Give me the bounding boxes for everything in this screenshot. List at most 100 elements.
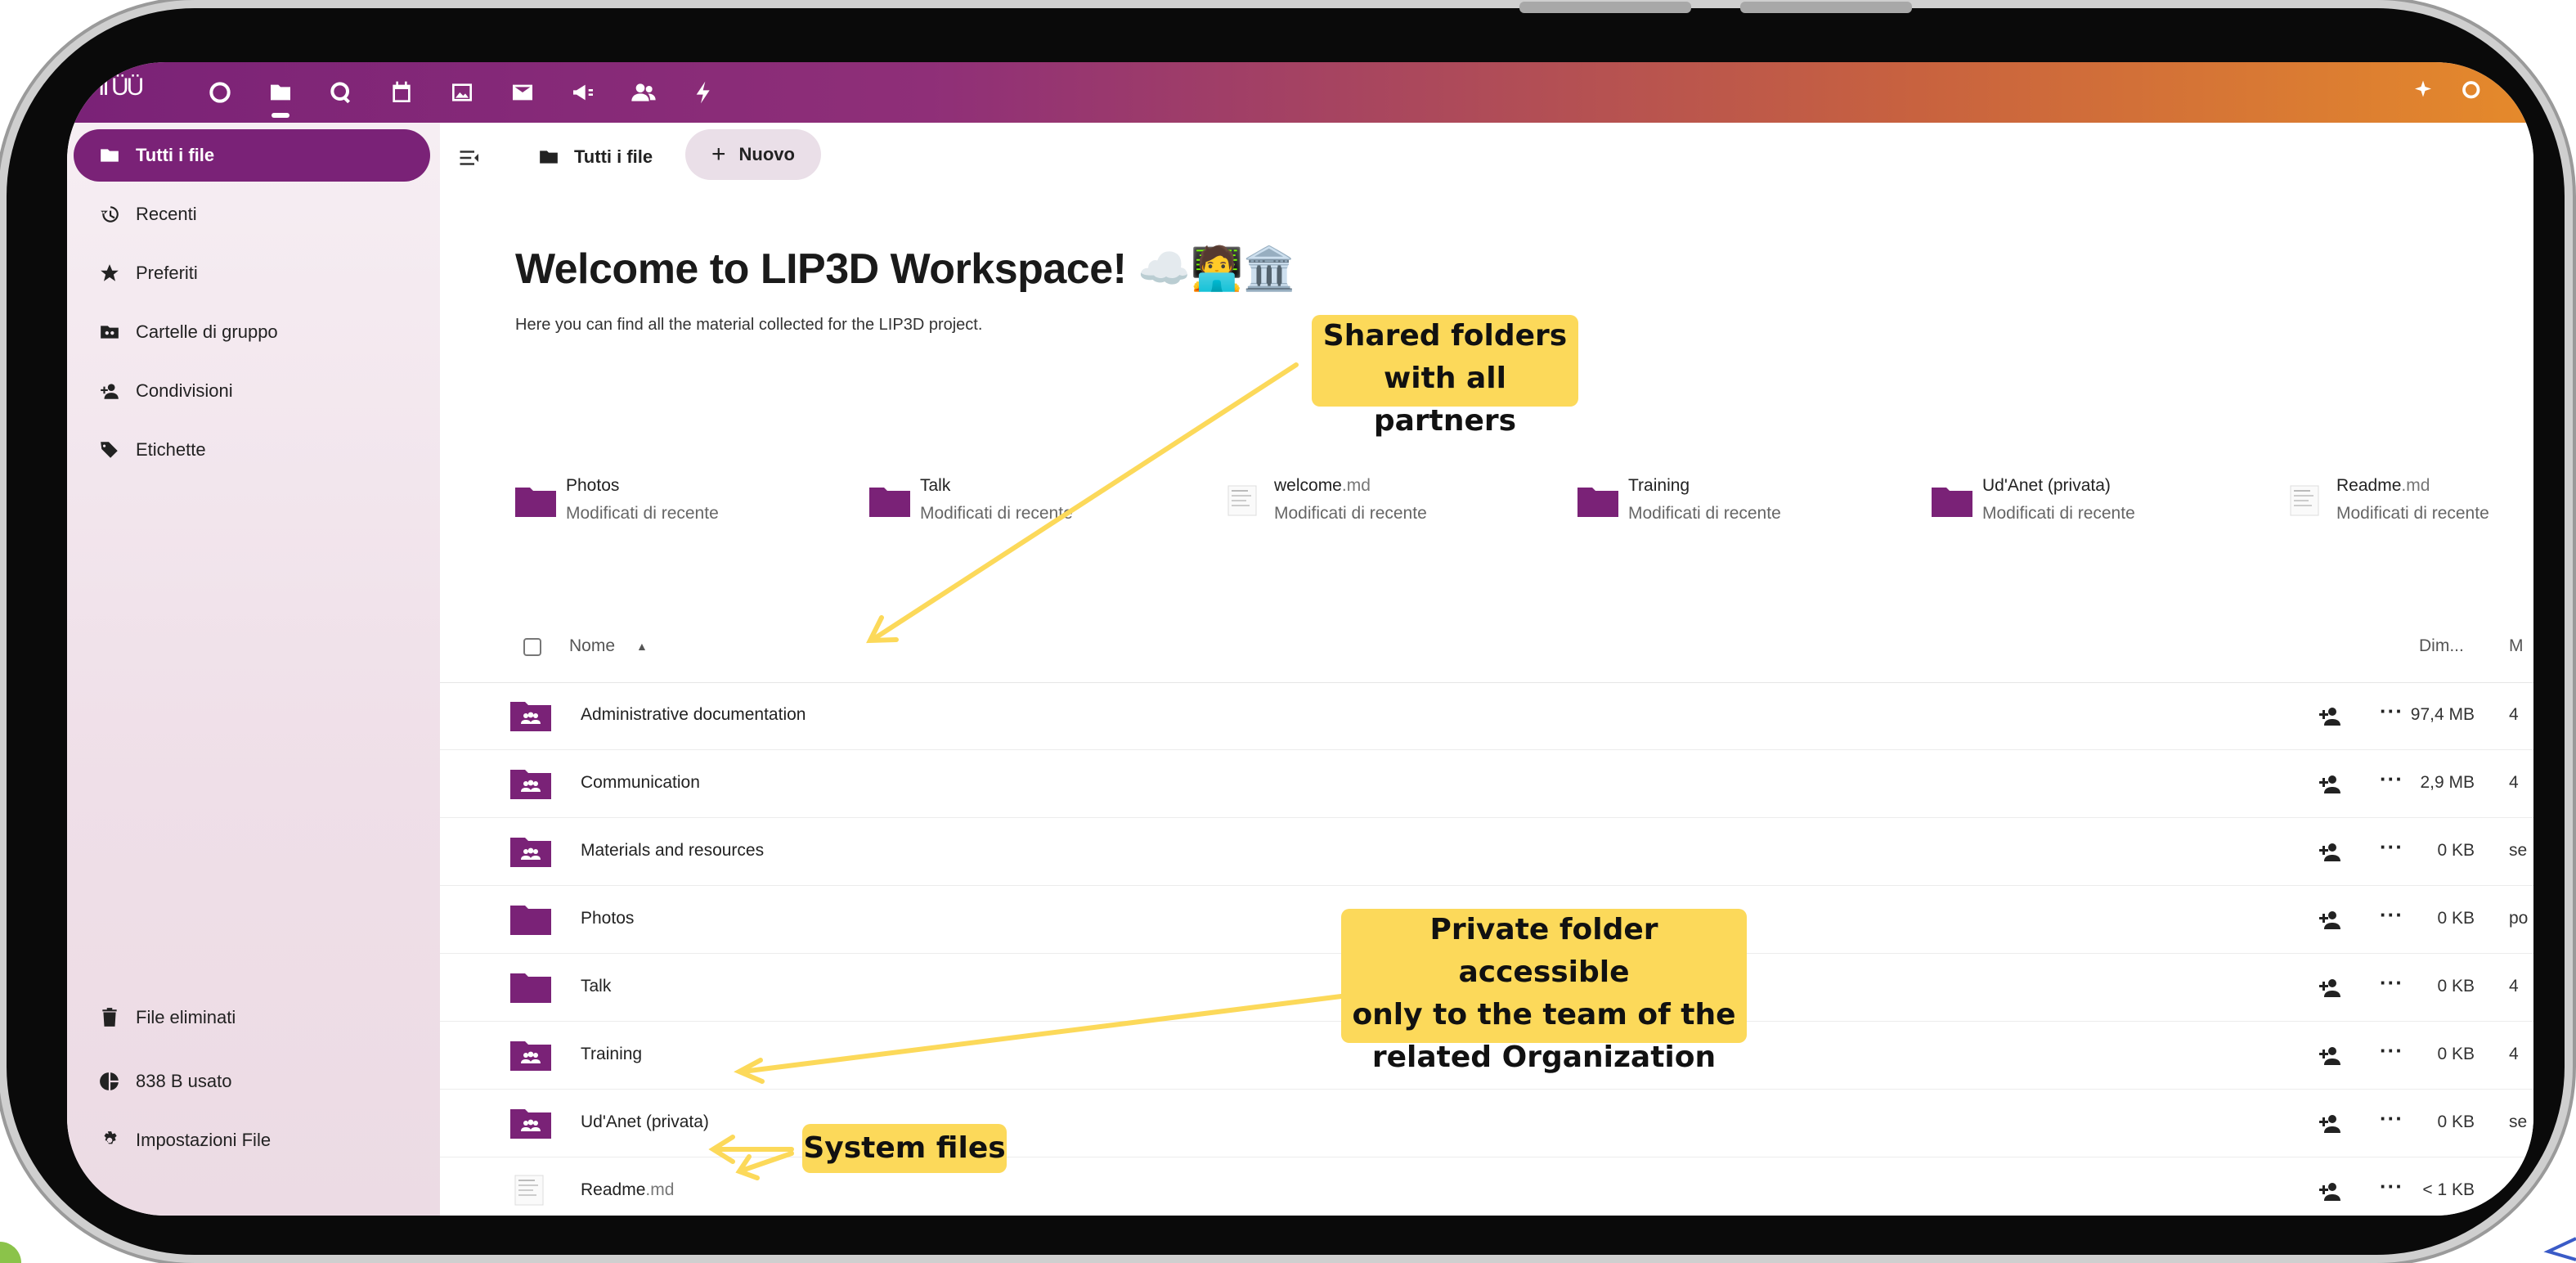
share-icon[interactable] [2318,1045,2342,1066]
sidebar: Tutti i file Recenti Preferiti Cartelle … [67,123,440,1216]
recent-file-name: Readme.md [2336,476,2430,495]
table-row[interactable]: Readme.md ··· < 1 KB [440,1157,2533,1216]
column-header-name[interactable]: Nome [569,636,615,656]
file-modified: se [2509,1112,2528,1131]
file-modified: 4 [2509,977,2519,996]
file-size: 2,9 MB [2420,773,2475,792]
file-icon [2286,484,2322,516]
screen: II ÜÜ Tutti i file Recenti Preferiti Car… [67,62,2533,1216]
sidebar-item-label: Cartelle di gruppo [136,321,278,342]
top-right-actions [2411,79,2484,103]
table-row[interactable]: Ud'Anet (privata) ··· 0 KB se [440,1090,2533,1157]
folder-icon [540,151,558,164]
recent-file-item[interactable]: Ud'Anet (privata) Modificati di recente [1932,474,2275,532]
device-button [1519,2,1691,13]
recent-file-subtitle: Modificati di recente [566,504,719,523]
sidebar-item-recent[interactable]: Recenti [74,188,430,240]
share-icon[interactable] [2318,705,2342,726]
recent-file-item[interactable]: welcome.md Modificati di recente [1223,474,1567,532]
sidebar-item-trash[interactable]: File eliminati [74,995,430,1041]
annotation-shared-folders: Shared folders with all partners [1312,315,1578,438]
recent-file-item[interactable]: Photos Modificati di recente [515,474,859,532]
sidebar-item-settings[interactable]: Impostazioni File [74,1117,430,1163]
sidebar-item-label: Impostazioni File [136,1130,272,1150]
select-all-checkbox[interactable] [523,638,541,656]
column-header-modified[interactable]: M [2509,636,2524,656]
folder-icon [510,970,551,1003]
sidebar-item-tags[interactable]: Etichette [74,424,430,476]
sidebar-item-label: Tutti i file [136,145,215,165]
file-name[interactable]: Readme.md [581,1180,674,1200]
calendar-icon[interactable] [371,62,432,123]
file-icon [1223,484,1259,516]
table-row[interactable]: Communication ··· 2,9 MB 4 [440,750,2533,818]
sort-ascending-icon: ▲ [636,640,648,653]
group-folder-icon [510,1106,551,1139]
table-row[interactable]: Administrative documentation ··· 97,4 MB 4 [440,682,2533,750]
recent-file-subtitle: Modificati di recente [1982,504,2135,523]
file-name[interactable]: Administrative documentation [581,705,806,725]
share-icon[interactable] [2318,977,2342,998]
share-icon [98,380,121,402]
activity-icon[interactable] [674,62,734,123]
file-modified: 4 [2509,1045,2519,1063]
sidebar-item-label: Etichette [136,439,206,460]
sidebar-toggle-icon[interactable] [458,146,486,170]
assistant-sparkle-icon[interactable] [2411,79,2435,103]
sidebar-item-all-files[interactable]: Tutti i file [74,129,430,182]
trash-icon [98,1006,121,1029]
group-folder-icon [510,1038,551,1071]
file-name[interactable]: Photos [581,909,634,928]
mail-icon[interactable] [492,62,553,123]
top-bar: II ÜÜ [67,62,2533,123]
file-name[interactable]: Communication [581,773,700,793]
share-icon[interactable] [2318,841,2342,862]
photos-icon[interactable] [432,62,492,123]
recent-file-name: welcome.md [1274,476,1371,495]
column-header-size[interactable]: Dim... [2419,636,2464,656]
quota-text: 838 B usato [136,1071,232,1091]
recent-file-subtitle: Modificati di recente [920,504,1073,523]
share-icon[interactable] [2318,773,2342,794]
star-icon [98,262,121,285]
share-icon[interactable] [2318,1112,2342,1134]
folder-icon [98,144,121,167]
sidebar-item-label: Recenti [136,204,197,224]
recent-file-name: Ud'Anet (privata) [1982,476,2111,495]
contacts-icon[interactable] [613,62,674,123]
sidebar-item-group-folders[interactable]: Cartelle di gruppo [74,306,430,358]
unified-search-icon[interactable] [2460,79,2484,103]
new-button[interactable]: + Nuovo [685,129,821,180]
files-icon[interactable] [250,62,311,123]
folder-icon [1932,484,1972,517]
recent-file-item[interactable]: Readme.md Modificati di recente [2286,474,2533,532]
pie-chart-icon [98,1070,121,1093]
table-row[interactable]: Materials and resources ··· 0 KB se [440,818,2533,886]
new-button-label: Nuovo [738,144,795,164]
file-modified: 4 [2509,705,2519,724]
app-logo[interactable]: II ÜÜ [98,74,144,101]
share-icon[interactable] [2318,909,2342,930]
recent-file-item[interactable]: Training Modificati di recente [1577,474,1921,532]
dashboard-icon[interactable] [190,62,250,123]
gear-icon [98,1129,121,1152]
welcome-title: Welcome to LIP3D Workspace! ☁️🧑‍💻🏛️ [515,245,1296,293]
sidebar-item-label: File eliminati [136,1007,236,1027]
sidebar-item-favorites[interactable]: Preferiti [74,247,430,299]
file-name[interactable]: Training [581,1045,642,1064]
file-name[interactable]: Materials and resources [581,841,764,861]
recent-file-name: Training [1628,476,1690,495]
announcements-icon[interactable] [553,62,613,123]
breadcrumb-label: Tutti i file [574,146,653,167]
recent-file-item[interactable]: Talk Modificati di recente [869,474,1213,532]
group-folder-icon [98,321,121,344]
file-name[interactable]: Ud'Anet (privata) [581,1112,709,1132]
search-icon[interactable] [311,62,371,123]
sidebar-item-shares[interactable]: Condivisioni [74,365,430,417]
breadcrumb[interactable]: Tutti i file [538,139,653,175]
share-icon[interactable] [2318,1180,2342,1202]
quota-indicator[interactable]: 838 B usato [74,1058,430,1104]
file-name[interactable]: Talk [581,977,611,996]
folder-icon [1577,484,1618,517]
file-size: 0 KB [2437,841,2475,860]
